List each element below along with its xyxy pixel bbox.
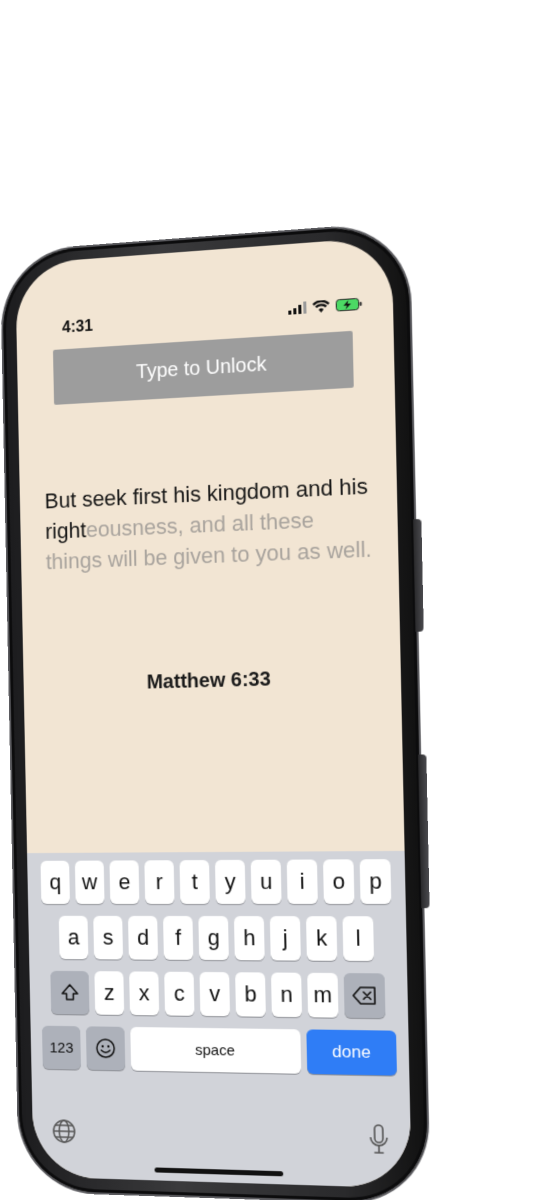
key-d[interactable]: d xyxy=(128,916,158,960)
key-a[interactable]: a xyxy=(59,916,89,959)
key-p[interactable]: p xyxy=(360,859,392,904)
keyboard-row-3: z x c v b n m xyxy=(33,971,404,1019)
verse-reference: Matthew 6:33 xyxy=(23,665,401,698)
status-time: 4:31 xyxy=(62,318,93,338)
key-g[interactable]: g xyxy=(198,916,229,960)
key-l[interactable]: l xyxy=(342,916,374,961)
battery-charging-icon xyxy=(336,298,363,312)
key-b[interactable]: b xyxy=(235,972,266,1017)
key-i[interactable]: i xyxy=(287,859,318,904)
key-x[interactable]: x xyxy=(129,971,159,1015)
key-h[interactable]: h xyxy=(234,916,265,960)
key-t[interactable]: t xyxy=(179,860,209,904)
shift-key[interactable] xyxy=(50,971,89,1015)
key-c[interactable]: c xyxy=(164,972,194,1016)
unlock-label: Type to Unlock xyxy=(136,353,267,384)
key-m[interactable]: m xyxy=(307,973,338,1018)
shift-icon xyxy=(60,983,80,1003)
globe-icon[interactable] xyxy=(51,1118,76,1144)
emoji-icon xyxy=(95,1037,117,1059)
keyboard-row-1: q w e r t y u i o p xyxy=(31,859,402,904)
microphone-icon[interactable] xyxy=(367,1124,390,1155)
stage: 4:31 Type to Unlock But seek first his k… xyxy=(0,0,556,1200)
type-to-unlock-banner: Type to Unlock xyxy=(53,331,354,405)
key-o[interactable]: o xyxy=(323,859,354,904)
key-j[interactable]: j xyxy=(270,916,301,961)
side-button-upper xyxy=(413,519,424,632)
wifi-icon xyxy=(312,300,329,313)
keyboard: q w e r t y u i o p a s d f g h j k l z … xyxy=(27,851,412,1189)
key-v[interactable]: v xyxy=(199,972,230,1016)
key-e[interactable]: e xyxy=(109,860,139,904)
keyboard-row-4: 123 space done xyxy=(34,1026,405,1076)
key-z[interactable]: z xyxy=(94,971,124,1015)
keyboard-bottom-bar xyxy=(32,1112,411,1162)
key-f[interactable]: f xyxy=(163,916,193,960)
backspace-icon xyxy=(352,986,377,1005)
phone-device: 4:31 Type to Unlock But seek first his k… xyxy=(2,223,429,1200)
done-key[interactable]: done xyxy=(306,1029,397,1075)
key-s[interactable]: s xyxy=(93,916,123,960)
key-w[interactable]: w xyxy=(75,861,105,904)
home-indicator[interactable] xyxy=(155,1167,284,1176)
key-y[interactable]: y xyxy=(215,860,246,904)
cellular-signal-icon xyxy=(288,301,306,314)
key-k[interactable]: k xyxy=(306,916,337,961)
key-n[interactable]: n xyxy=(271,973,302,1018)
emoji-key[interactable] xyxy=(86,1026,125,1070)
numbers-key[interactable]: 123 xyxy=(42,1026,81,1070)
space-key[interactable]: space xyxy=(130,1027,301,1074)
verse-remaining-portion: eousness, and all these things will be g… xyxy=(46,507,372,574)
keyboard-row-2: a s d f g h j k l xyxy=(32,916,403,961)
phone-screen: 4:31 Type to Unlock But seek first his k… xyxy=(15,236,412,1188)
key-r[interactable]: r xyxy=(144,860,174,904)
verse-text: But seek first his kingdom and his right… xyxy=(44,470,376,577)
key-q[interactable]: q xyxy=(41,861,70,904)
backspace-key[interactable] xyxy=(344,973,386,1018)
status-icons xyxy=(288,298,362,315)
key-u[interactable]: u xyxy=(251,860,282,904)
